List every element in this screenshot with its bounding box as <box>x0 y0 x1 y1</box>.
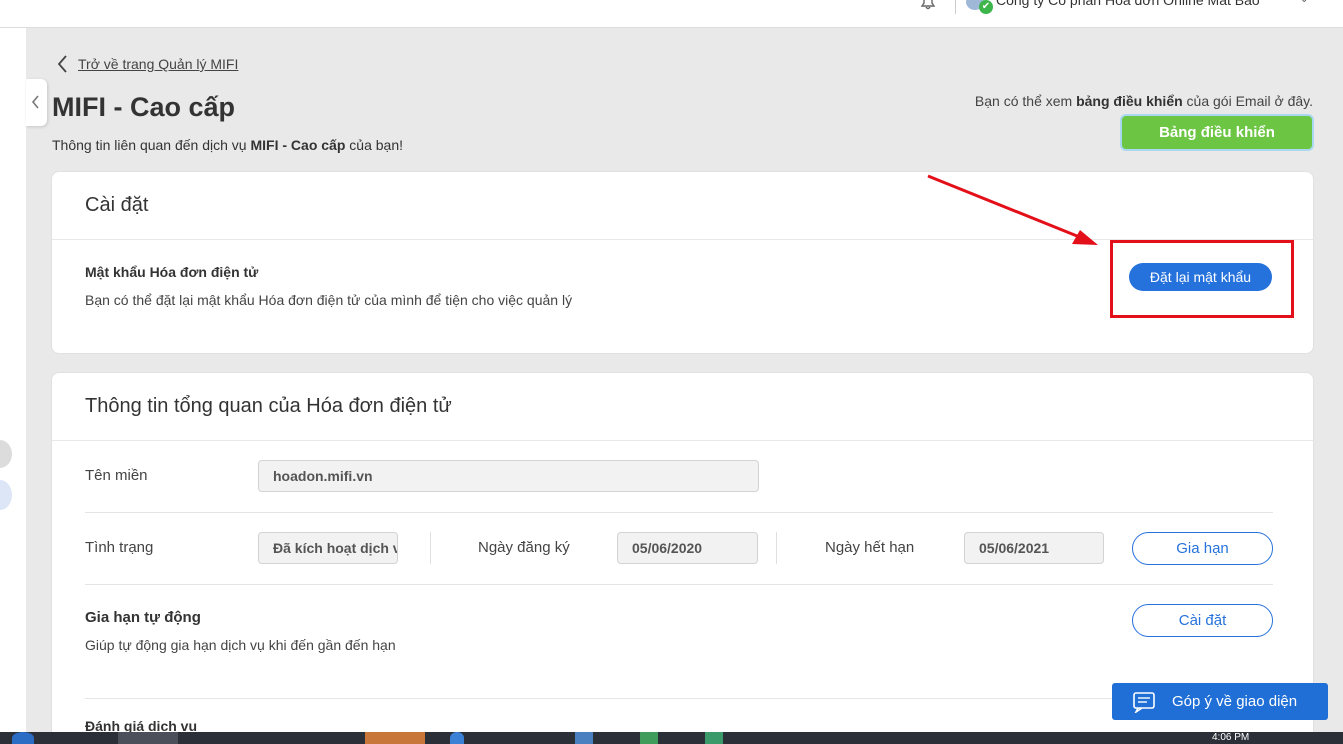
status-field[interactable]: Đã kích hoạt dịch vụ <box>258 532 398 564</box>
page-title: MIFI - Cao cấp <box>52 92 236 122</box>
subtitle-suffix: của bạn! <box>345 137 403 153</box>
row-divider <box>85 584 1273 585</box>
sidebar-collapse-button[interactable] <box>26 79 47 126</box>
taskbar-app-icon[interactable] <box>118 732 178 744</box>
registration-date-label: Ngày đăng ký <box>478 539 570 556</box>
overview-card-title: Thông tin tổng quan của Hóa đơn điện tử <box>85 395 452 417</box>
start-icon[interactable] <box>12 732 34 744</box>
row-divider <box>85 512 1273 513</box>
status-label: Tình trạng <box>85 539 154 556</box>
registration-date-field[interactable]: 05/06/2020 <box>617 532 758 564</box>
dashboard-hint-prefix: Bạn có thể xem <box>974 93 1077 109</box>
chevron-left-icon <box>31 95 39 109</box>
verified-check-icon: ✔ <box>979 0 993 14</box>
dashboard-button[interactable]: Bảng điều khiển <box>1120 114 1314 151</box>
taskbar-app-icon[interactable] <box>450 732 464 744</box>
auto-renew-description: Giúp tự động gia hạn dịch vụ khi đến gần… <box>85 637 396 653</box>
feedback-button[interactable]: Góp ý về giao diện <box>1112 683 1328 720</box>
bell-icon[interactable] <box>918 0 938 10</box>
sidebar-circle-button[interactable] <box>0 440 12 468</box>
feedback-label: Góp ý về giao diện <box>1172 693 1298 710</box>
field-separator <box>430 532 431 564</box>
password-description: Bạn có thể đặt lại mật khẩu Hóa đơn điện… <box>85 292 573 308</box>
dashboard-hint: Bạn có thể xem bảng điều khiển của gói E… <box>975 93 1313 109</box>
subtitle-prefix: Thông tin liên quan đến dịch vụ <box>52 137 251 153</box>
auto-renew-label: Gia hạn tự động <box>85 609 201 626</box>
company-name[interactable]: Công ty Cổ phần Hóa đơn Online Mắt Bão <box>996 0 1260 8</box>
chevron-left-icon <box>57 55 67 73</box>
dashboard-hint-suffix: của gói Email ở đây. <box>1182 93 1313 109</box>
taskbar-app-icon[interactable] <box>575 732 593 744</box>
sidebar-circle-button-active[interactable] <box>0 480 12 510</box>
annotation-highlight-box <box>1110 240 1294 318</box>
expiry-date-field[interactable]: 05/06/2021 <box>964 532 1104 564</box>
settings-card-title: Cài đặt <box>85 194 149 216</box>
taskbar-clock: 4:06 PM <box>1212 732 1250 743</box>
dashboard-hint-bold: bảng điều khiển <box>1076 93 1183 109</box>
password-label: Mật khẩu Hóa đơn điện tử <box>85 264 259 280</box>
domain-field[interactable]: hoadon.mifi.vn <box>258 460 759 492</box>
taskbar-app-icon[interactable] <box>705 732 723 744</box>
left-sidebar-strip <box>0 28 26 744</box>
row-divider <box>85 698 1273 699</box>
expiry-date-label: Ngày hết hạn <box>825 539 915 556</box>
renew-button[interactable]: Gia hạn <box>1132 532 1273 565</box>
os-taskbar: 4:06 PM <box>0 732 1343 744</box>
back-link-label[interactable]: Trở về trang Quản lý MIFI <box>78 56 238 72</box>
feedback-icon <box>1133 691 1155 713</box>
card-divider <box>52 440 1313 441</box>
top-bar: ✔ Công ty Cổ phần Hóa đơn Online Mắt Bão… <box>0 0 1343 28</box>
subtitle-service-name: MIFI - Cao cấp <box>250 137 346 153</box>
page-subtitle: Thông tin liên quan đến dịch vụ MIFI - C… <box>52 137 403 153</box>
back-link[interactable]: Trở về trang Quản lý MIFI <box>56 54 238 74</box>
topbar-divider <box>955 0 956 14</box>
taskbar-app-icon[interactable] <box>640 732 658 744</box>
taskbar-app-icon[interactable] <box>365 732 425 744</box>
auto-renew-settings-button[interactable]: Cài đặt <box>1132 604 1273 637</box>
field-separator <box>776 532 777 564</box>
chevron-down-icon[interactable]: ⌄ <box>1300 0 1308 5</box>
domain-label: Tên miền <box>85 467 148 484</box>
